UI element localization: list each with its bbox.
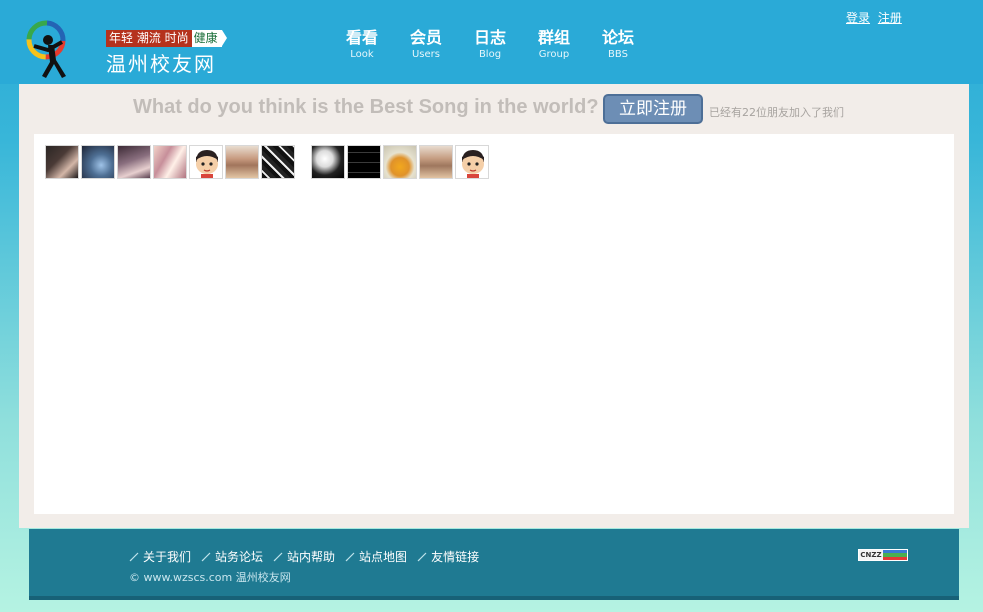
member-avatar[interactable] [261,145,295,179]
nav-item-group[interactable]: 群组 Group [522,27,586,61]
footer-link-label: 友情链接 [431,550,480,564]
footer-link-about[interactable]: 关于我们 [129,548,191,565]
member-avatar[interactable] [311,145,345,179]
main-nav: 看看 Look 会员 Users 日志 Blog 群组 Group 论坛 BBS [330,27,650,61]
nav-sublabel: Users [411,49,440,60]
pen-icon [273,552,283,561]
joined-count-text: 已经有22位朋友加入了我们 [709,106,844,119]
member-avatar[interactable] [383,145,417,179]
footer-bottom-bar [29,596,959,600]
nav-item-look[interactable]: 看看 Look [330,27,394,61]
cnzz-badge-label: CNZZ [860,551,882,559]
member-avatar[interactable] [117,145,151,179]
slogan-tail: 健康 [191,30,227,47]
nav-sublabel: Group [538,49,570,60]
pen-icon [129,552,139,561]
nav-item-bbs[interactable]: 论坛 BBS [586,27,650,61]
member-avatar[interactable] [189,145,223,179]
footer-link-sitemap[interactable]: 站点地图 [345,548,407,565]
footer-link-label: 站内帮助 [287,550,336,564]
account-links: 登录 注册 [846,9,906,26]
footer-link-label: 关于我们 [143,550,192,564]
join-banner: What do you think is the Best Song in th… [19,94,969,124]
nav-item-blog[interactable]: 日志 Blog [458,27,522,61]
pen-icon [345,552,355,561]
footer-link-friends[interactable]: 友情链接 [417,548,479,565]
cnzz-bars-icon [883,550,907,560]
site-logo-icon[interactable] [24,18,72,82]
member-avatar[interactable] [45,145,79,179]
pen-icon [417,552,427,561]
site-name[interactable]: 温州校友网 [106,51,216,77]
member-avatar[interactable] [225,145,259,179]
nav-label: 日志 [473,28,506,47]
header: 年轻 潮流 时尚 健康 温州校友网 看看 Look 会员 Users 日志 Bl… [0,0,983,84]
pen-icon [201,552,211,561]
member-avatars [45,145,491,179]
nav-label: 群组 [537,28,570,47]
copyright: © www.wzscs.com 温州校友网 [129,571,291,584]
register-now-button[interactable]: 立即注册 [603,94,703,124]
nav-sublabel: Blog [478,49,502,60]
footer-link-label: 站务论坛 [215,550,264,564]
member-avatar[interactable] [419,145,453,179]
footer-links: 关于我们 站务论坛 站内帮助 站点地图 友情链接 [129,548,489,565]
login-link[interactable]: 登录 [846,11,870,25]
member-avatar[interactable] [455,145,489,179]
main-panel: What do you think is the Best Song in th… [19,84,969,528]
register-link[interactable]: 注册 [878,11,902,25]
banner-question: What do you think is the Best Song in th… [133,96,599,118]
nav-label: 会员 [409,28,442,47]
slogan-main: 年轻 潮流 时尚 [106,30,192,47]
footer: 关于我们 站务论坛 站内帮助 站点地图 友情链接 © www.wzscs.com… [29,529,959,596]
member-avatar[interactable] [81,145,115,179]
cnzz-badge[interactable]: CNZZ [858,549,908,561]
member-avatar[interactable] [347,145,381,179]
content-area [34,134,954,514]
nav-sublabel: BBS [608,49,628,60]
slogan: 年轻 潮流 时尚 健康 [106,30,227,47]
footer-link-label: 站点地图 [359,550,408,564]
footer-link-help[interactable]: 站内帮助 [273,548,335,565]
nav-sublabel: Look [350,49,374,60]
nav-item-users[interactable]: 会员 Users [394,27,458,61]
cartoon-face-icon [196,150,218,178]
cartoon-face-icon [462,150,484,178]
nav-label: 看看 [345,28,378,47]
footer-link-forum[interactable]: 站务论坛 [201,548,263,565]
nav-label: 论坛 [601,28,634,47]
member-avatar[interactable] [153,145,187,179]
